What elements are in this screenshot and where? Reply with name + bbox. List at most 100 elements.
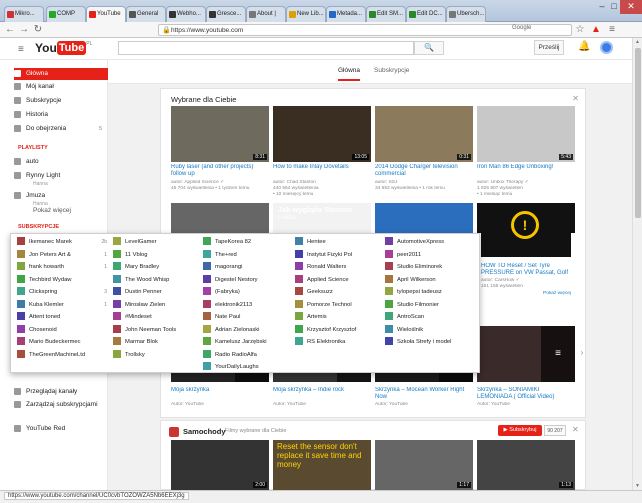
sidebar-item[interactable]: Mój kanał [14,81,108,93]
subscription-item[interactable]: Krzysztof Krzysztof [295,324,379,336]
subscription-item[interactable]: Studio Filmonier [385,299,473,311]
subscription-item[interactable]: Mary Bradley [113,262,197,273]
tab-subscriptions[interactable]: Subskrypcje [374,67,409,74]
close-window-button[interactable]: ✕ [620,0,642,14]
subscription-item[interactable]: Ronald Walters [295,262,379,273]
mix-title[interactable]: Moja skrzynka – Indie rock [273,387,371,394]
scrollbar-thumb[interactable] [635,48,641,218]
video-title[interactable]: 2014 Dodge Charger television commercial [375,164,473,178]
subscription-item[interactable]: magorangi [203,262,289,273]
youtube-logo[interactable]: You Tube PL [35,41,92,57]
back-icon[interactable]: ← [4,24,16,36]
search-input[interactable] [118,41,414,55]
subscription-item[interactable]: #Mindeset [113,312,197,323]
mix-thumbnail[interactable]: ≡ [477,326,575,382]
subscription-item[interactable]: Applied Science [295,274,379,286]
subscription-item[interactable]: The Wood Whisp [113,274,197,286]
extension-icon[interactable]: ▲ [590,24,602,36]
browser-tab[interactable]: Mikro... [4,6,44,22]
forward-icon[interactable]: → [18,24,30,36]
subscription-item[interactable]: TheGreenMachineLtd [17,349,107,361]
minimize-button[interactable]: – [596,0,608,14]
subscription-item[interactable]: Trollsky [113,349,197,361]
sidebar-item[interactable]: Historia [14,109,108,121]
mix-author[interactable]: Autor: YouTube [477,402,575,408]
subscription-item[interactable]: RS Elektronika [295,337,379,348]
subscription-item[interactable]: Jon Peters Art & 1 [17,249,107,261]
cars-title[interactable]: Samochody [183,427,226,436]
mix-author[interactable]: Autor: YouTube [375,402,473,408]
tab-home[interactable]: Główna [338,67,361,81]
notifications-bell-icon[interactable]: 🔔 [578,41,590,52]
sidebar-item[interactable]: Główna [14,68,108,80]
subscription-item[interactable]: Nate Paul [203,312,289,323]
subscription-item[interactable]: Digestel Nestory [203,274,289,286]
subscription-item[interactable]: Techbird Wydaw [17,274,107,286]
browser-tab[interactable]: Webho... [166,6,206,22]
show-more-link[interactable]: Pokaż więcej [543,291,583,297]
next-arrow-icon[interactable]: › [578,346,586,360]
sidebar-item[interactable]: Do obejrzenia 5 [14,123,108,135]
subscription-item[interactable]: Marmar Blok [113,337,197,348]
sidebar-bottom-item[interactable]: YouTube Red [14,423,108,435]
video-thumbnail[interactable]: ! [481,203,571,257]
sidebar-playlist[interactable]: Jmuza [14,190,108,202]
subscription-item[interactable]: The+red [203,249,289,261]
subscription-item[interactable]: 11 Vblog [113,249,197,261]
subscription-item[interactable]: AntroScan [385,312,473,323]
subscription-item[interactable]: Szkoła Strefy i model [385,337,473,348]
subscription-item[interactable]: YourDailyLaughs [203,362,289,373]
mix-title[interactable]: Skrzynka – Mocean Worker Right Now [375,387,473,401]
dismiss-cars-icon[interactable]: ✕ [572,425,579,434]
sidebar-playlist[interactable]: auto [14,156,108,168]
video-thumbnail[interactable] [375,203,473,233]
subscription-item[interactable]: Kuba Klemler 1 [17,299,107,311]
upload-button[interactable]: Prześlij [534,40,564,55]
video-title[interactable]: Ruby laser (and other projects) follow u… [171,164,269,178]
dismiss-icon[interactable]: ✕ [572,94,579,103]
subscription-item[interactable]: tylopepsi tadeusz [385,287,473,298]
page-scrollbar[interactable]: ▲ ▼ [632,38,642,490]
subscription-item[interactable]: LevelGamer [113,237,197,248]
account-avatar[interactable] [600,41,613,54]
scroll-up-icon[interactable]: ▲ [635,39,640,45]
subscription-item[interactable]: Hentee [295,237,379,248]
sidebar-playlist[interactable]: Rynny Light [14,170,108,182]
cars-avatar[interactable] [169,427,179,437]
menu-icon[interactable]: ≡ [606,24,618,36]
subscription-item[interactable]: Clickspring 3 [17,287,107,298]
mix-author[interactable]: Autor: YouTube [273,402,371,408]
browser-tab[interactable]: Ubersch... [446,6,486,22]
sidebar-bottom-item[interactable]: Przeglądaj kanały [14,386,108,398]
subscription-item[interactable]: John Neeman Tools [113,324,197,336]
subscription-item[interactable]: Wieloślnik [385,324,473,336]
subscription-item[interactable]: Kamelusz Jarzębski [203,337,289,348]
subscribe-button[interactable]: ▶ Subskrybuj [498,425,542,436]
car-video-thumbnail[interactable]: Reset the sensor don't replace it save t… [273,440,371,490]
browser-tab[interactable]: About | [246,6,286,22]
subscription-item[interactable]: Mario Budeckermec [17,337,107,348]
maximize-button[interactable]: □ [608,0,620,14]
subscription-item[interactable]: Artemis [295,312,379,323]
video-thumbnail[interactable] [171,203,269,233]
browser-tab[interactable]: Edit SM... [366,6,406,22]
subscription-item[interactable]: Chosenoid [17,324,107,336]
mix-author[interactable]: Autor: YouTube [171,402,269,408]
scroll-down-icon[interactable]: ▼ [635,483,640,489]
subscription-item[interactable]: Pomorze Technol [295,299,379,311]
sidebar-bottom-item[interactable]: Zarządzaj subskrypcjami [14,399,108,411]
reload-icon[interactable]: ↻ [32,24,44,36]
subscription-item[interactable]: peer2011 [385,249,473,261]
browser-tab[interactable]: General [126,6,166,22]
subscription-item[interactable]: TapeKorea 82 [203,237,289,248]
browser-tab[interactable]: Metada... [326,6,366,22]
video-title[interactable]: HOW TO Reset / Set Tyre PRESSURE on VW P… [481,263,579,277]
show-more-link[interactable]: Pokaż więcej [33,205,127,217]
browser-tab[interactable]: Gresce... [206,6,246,22]
subscription-item[interactable]: Attent toned [17,312,107,323]
mix-title[interactable]: Skrzynka – SONIAMIKI LEMONIADA ( Officia… [477,387,575,401]
video-thumbnail[interactable]: 13:05 [273,106,371,162]
url-input[interactable]: 🔒 https://www.youtube.com [158,24,572,36]
browser-tab[interactable]: YouTube [86,6,126,22]
subscription-item[interactable]: Mirosław Zielen [113,299,197,311]
